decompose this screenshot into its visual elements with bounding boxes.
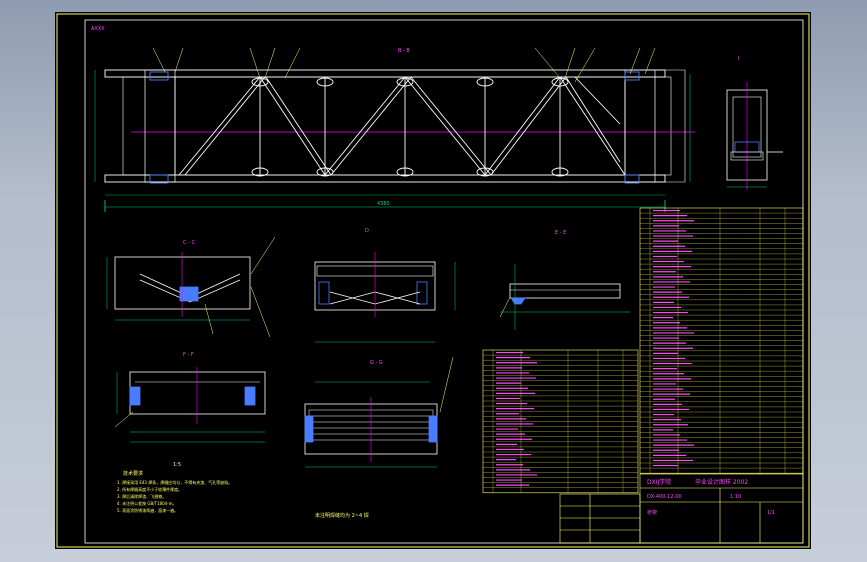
tech-req-3: 3. 焊后清除焊渣、飞溅物。 [117, 493, 166, 499]
cad-viewport[interactable]: AXXX B - B 4380 I C - C D E - E F - F 1:… [55, 12, 811, 549]
detail-label: I [738, 56, 739, 62]
section-c-view: C - C [106, 236, 276, 338]
section-c-label: C - C [183, 240, 195, 246]
title-drawing-no: DX-400-12-00 [647, 494, 682, 500]
title-block: DXIJ学院 毕业设计图样 2002 DX-400-12-00 1:10 桥架 … [559, 473, 804, 544]
header-tag: AXXX [91, 26, 105, 32]
overall-dimension: 4380 [377, 201, 390, 207]
section-g-view: G - G 未注明焊缝均为 2~4 焊 [304, 356, 454, 519]
section-d-label: D [365, 228, 369, 234]
title-name: 桥架 [647, 509, 657, 516]
section-f-label: F - F [183, 352, 194, 358]
detail-view: I [726, 56, 783, 190]
section-e-view: E - E [499, 230, 630, 330]
parts-list-left [482, 349, 639, 494]
cad-drawing: AXXX B - B 4380 I C - C D E - E F - F 1:… [56, 13, 810, 548]
section-d-view: D [314, 228, 456, 343]
section-f-view: F - F 1:5 [114, 352, 266, 468]
tech-req-1: 1. 焊接采用 E43 焊条，焊缝应均匀，不得有夹渣、气孔等缺陷。 [117, 479, 232, 485]
tech-req-title: 技术要求 [123, 470, 143, 477]
tech-req-2: 2. 所有焊缝高度不小于较薄件厚度。 [117, 486, 182, 492]
drawing-border-inner [84, 19, 804, 544]
tech-req-4: 4. 未注明公差按 GB/T1804-m。 [117, 500, 177, 506]
section-g-label: G - G [370, 360, 383, 366]
parts-list-right [639, 207, 804, 474]
title-sheet: 1/1 [767, 510, 775, 516]
scale-note: 1:5 [173, 462, 181, 468]
title-school: DXIJ学院 [647, 478, 671, 486]
main-view-label: B - B [398, 48, 410, 54]
title-project: 毕业设计图样 2002 [695, 478, 748, 486]
tech-req-5: 5. 表面涂防锈漆两遍，面漆一遍。 [117, 507, 178, 513]
tech-requirements: 技术要求 1. 焊接采用 E43 焊条，焊缝应均匀，不得有夹渣、气孔等缺陷。 2… [117, 470, 232, 513]
main-truss-view: B - B 4380 [94, 47, 695, 212]
view-note-bottom: 未注明焊缝均为 2~4 焊 [315, 512, 369, 519]
section-e-label: E - E [555, 230, 566, 236]
title-scale: 1:10 [730, 494, 741, 500]
